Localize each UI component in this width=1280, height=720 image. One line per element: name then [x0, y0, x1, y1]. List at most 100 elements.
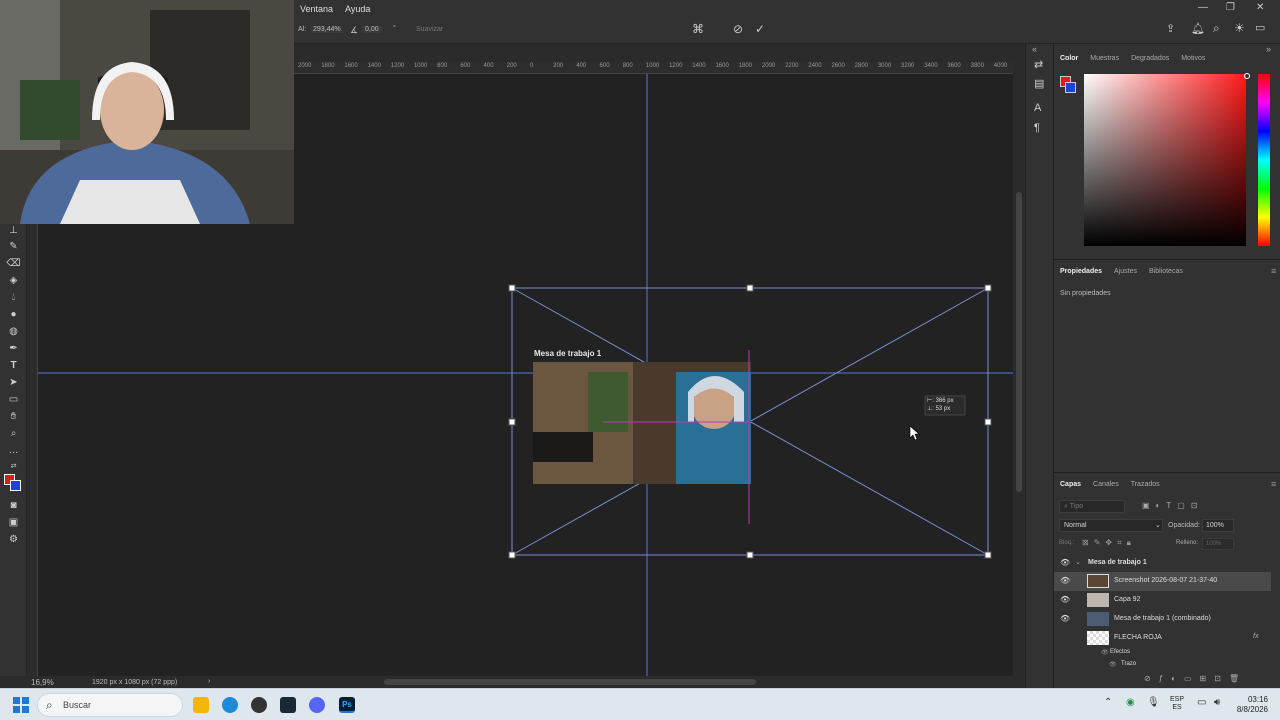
- blur-tool-icon[interactable]: 💧︎: [6, 291, 21, 305]
- layer-name[interactable]: Mesa de trabajo 1 (combinado): [1114, 615, 1211, 622]
- restore-icon[interactable]: ❐: [1226, 2, 1235, 13]
- visibility-eye-icon[interactable]: 👁︎: [1060, 614, 1070, 623]
- status-arrow-icon[interactable]: ›: [208, 678, 210, 685]
- history-icon[interactable]: ⇄: [1034, 58, 1043, 71]
- tab-ajustes[interactable]: Ajustes: [1114, 268, 1137, 275]
- comments-icon[interactable]: ▤: [1034, 77, 1044, 90]
- workspace-icon[interactable]: ▭: [1255, 21, 1265, 34]
- close-icon[interactable]: ✕: [1256, 2, 1264, 13]
- rotate-field[interactable]: 0,00: [362, 26, 382, 33]
- lightbulb-icon[interactable]: ☀: [1234, 21, 1245, 35]
- color-bg-swatch[interactable]: [1065, 82, 1076, 93]
- chevron-down-icon[interactable]: ⌄: [1075, 558, 1081, 566]
- discord-icon[interactable]: [309, 697, 325, 713]
- tab-muestras[interactable]: Muestras: [1090, 55, 1119, 62]
- stamp-tool-icon[interactable]: ⊥: [6, 224, 21, 238]
- more-tools-icon[interactable]: …: [6, 444, 21, 458]
- pen-tool-icon[interactable]: ✒: [6, 342, 21, 356]
- stroke-eye-icon[interactable]: 👁︎: [1109, 661, 1117, 668]
- stroke-effect-row[interactable]: 👁︎ Trazo: [1054, 660, 1271, 672]
- vertical-scroll-thumb[interactable]: [1016, 192, 1022, 492]
- photoshop-icon[interactable]: Ps: [339, 697, 355, 713]
- volume-icon[interactable]: 🔊︎: [1214, 697, 1220, 708]
- paragraph-icon[interactable]: ¶: [1034, 122, 1040, 134]
- artboard-label[interactable]: Mesa de trabajo 1: [534, 349, 601, 358]
- tab-degradados[interactable]: Degradados: [1131, 55, 1169, 62]
- layer-filter-input[interactable]: ⌕ Tipo: [1059, 500, 1125, 513]
- search-icon[interactable]: ⌕: [1213, 21, 1220, 36]
- ruler-top[interactable]: 2000 1800 1600 1400 1200 1000 800 600 400 200 0 200…: [294, 62, 1013, 74]
- color-picker-marker[interactable]: [1244, 73, 1250, 79]
- tab-propiedades[interactable]: Propiedades: [1060, 268, 1102, 275]
- tab-trazados[interactable]: Trazados: [1131, 481, 1160, 488]
- effects-eye-icon[interactable]: 👁︎: [1101, 649, 1109, 656]
- language-indicator[interactable]: ESP ES: [1170, 696, 1184, 712]
- warp-icon[interactable]: ⌘: [692, 22, 704, 36]
- dodge-tool-icon[interactable]: ●: [6, 308, 21, 322]
- path-select-tool-icon[interactable]: ➤: [6, 376, 21, 390]
- tab-color[interactable]: Color: [1060, 55, 1078, 62]
- layer-name[interactable]: Capa 92: [1114, 596, 1140, 603]
- edge-browser-icon[interactable]: [222, 697, 238, 713]
- type-tool-icon[interactable]: T: [6, 359, 21, 373]
- layer-group-name[interactable]: Mesa de trabajo 1: [1088, 559, 1147, 566]
- tab-canales[interactable]: Canales: [1093, 481, 1119, 488]
- fill-field[interactable]: 100%: [1202, 538, 1234, 550]
- eraser-tool-icon[interactable]: ⌫: [6, 257, 21, 271]
- layer-row[interactable]: 👁︎ Mesa de trabajo 1 (combinado): [1054, 610, 1271, 629]
- clock[interactable]: 03:16 8/8/2026: [1232, 695, 1268, 715]
- layer-actions-bar[interactable]: ⊘ƒ◐▭⊞⊡🗑︎: [1144, 674, 1247, 683]
- layer-row-selected[interactable]: 👁︎ Screenshot 2026-08-07 21-37-40: [1054, 572, 1271, 591]
- color-field[interactable]: [1084, 74, 1246, 246]
- background-color-swatch[interactable]: [10, 480, 21, 491]
- layer-filter-icons[interactable]: ▣◐T▢⊡: [1142, 501, 1204, 510]
- vertical-scrollbar[interactable]: [1013, 62, 1025, 676]
- blend-mode-select[interactable]: Normal ⌄: [1059, 519, 1163, 532]
- character-icon[interactable]: A: [1034, 102, 1041, 114]
- tab-motivos[interactable]: Motivos: [1181, 55, 1205, 62]
- collapse-panels-icon[interactable]: «: [1032, 44, 1037, 54]
- windows-start-icon[interactable]: [13, 697, 29, 713]
- sponge-tool-icon[interactable]: ◍: [6, 325, 21, 339]
- tab-bibliotecas[interactable]: Bibliotecas: [1149, 268, 1183, 275]
- ruler-left[interactable]: [28, 224, 38, 676]
- check-icon[interactable]: ✓: [755, 22, 765, 36]
- menu-ventana[interactable]: Ventana: [300, 4, 333, 14]
- swap-colors-icon[interactable]: ⇄: [6, 460, 21, 474]
- edit-toolbar-icon[interactable]: ⚙: [6, 533, 21, 547]
- layer-name[interactable]: FLECHA ROJA: [1114, 634, 1162, 641]
- cancel-icon[interactable]: ⊘: [733, 22, 743, 36]
- layer-row[interactable]: FLECHA ROJA fx: [1054, 629, 1271, 648]
- lock-icons[interactable]: ⊠✎✥⌗🔒︎: [1082, 538, 1136, 548]
- rectangle-tool-icon[interactable]: ▭: [6, 393, 21, 407]
- fx-badge[interactable]: fx: [1253, 633, 1258, 640]
- scale-field[interactable]: 293,44%: [311, 26, 343, 33]
- tray-app-icon[interactable]: ◉: [1126, 697, 1135, 708]
- layer-name[interactable]: Screenshot 2026-08-07 21-37-40: [1114, 577, 1217, 584]
- layer-group-row[interactable]: 👁︎ ⌄ Mesa de trabajo 1: [1054, 554, 1271, 573]
- file-explorer-icon[interactable]: [193, 697, 209, 713]
- properties-menu-icon[interactable]: ≡: [1271, 266, 1276, 276]
- minimize-icon[interactable]: —: [1198, 2, 1208, 13]
- share-icon[interactable]: ⇪: [1166, 22, 1175, 35]
- horizontal-scroll-thumb[interactable]: [384, 679, 756, 685]
- screen-mode-icon[interactable]: ▣: [6, 516, 21, 530]
- tab-capas[interactable]: Capas: [1060, 481, 1081, 488]
- visibility-eye-icon[interactable]: 👁︎: [1060, 558, 1070, 567]
- interpolation-select[interactable]: Suavizar: [416, 26, 443, 33]
- hand-tool-icon[interactable]: ✋︎: [6, 410, 21, 424]
- menu-ayuda[interactable]: Ayuda: [345, 4, 370, 14]
- taskbar-search-input[interactable]: ⌕ Buscar: [37, 693, 183, 717]
- bucket-tool-icon[interactable]: ◈: [6, 274, 21, 288]
- hue-slider[interactable]: [1258, 74, 1270, 246]
- quick-mask-icon[interactable]: ◙: [6, 499, 21, 513]
- network-icon[interactable]: ▭: [1197, 697, 1206, 708]
- zoom-tool-icon[interactable]: ⌕: [6, 427, 21, 441]
- zoom-level[interactable]: 16,9%: [31, 678, 54, 687]
- chrome-app-icon[interactable]: [251, 697, 267, 713]
- effects-row[interactable]: 👁︎ Efectos: [1054, 647, 1271, 660]
- bell-icon[interactable]: 🔔︎: [1191, 22, 1205, 35]
- layer-row[interactable]: 👁︎ Capa 92: [1054, 591, 1271, 610]
- brush-tool-icon[interactable]: ✎: [6, 240, 21, 254]
- opacity-field[interactable]: 100%: [1202, 519, 1234, 532]
